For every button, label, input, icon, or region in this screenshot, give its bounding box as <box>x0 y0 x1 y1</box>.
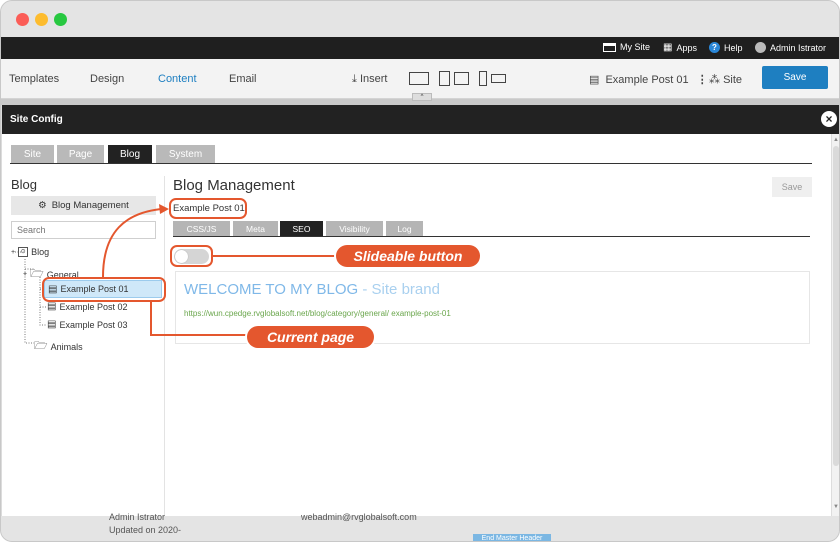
window-icon <box>603 42 616 52</box>
blog-management-label: Blog Management <box>51 200 129 211</box>
scroll-up-arrow[interactable]: ▲ <box>833 137 839 143</box>
subtab-underline <box>173 236 810 237</box>
site-label: Site <box>723 74 743 86</box>
annotation-ring-tree-selection <box>42 277 166 302</box>
sitemap-icon: ⁂ <box>709 74 720 86</box>
tablet-view-icon[interactable] <box>439 71 450 86</box>
preview-title-text: WELCOME TO MY BLOG <box>184 281 359 298</box>
apps-link[interactable]: ▦ Apps <box>663 42 697 53</box>
subtab-visibility[interactable]: Visibility <box>326 221 383 236</box>
tree-node-post-03[interactable]: ▤ Example Post 03 <box>47 319 128 330</box>
current-page-selector[interactable]: ▤ Example Post 01 ⋮ <box>589 73 708 86</box>
my-site-link[interactable]: My Site <box>603 42 650 52</box>
subtab-css-js[interactable]: CSS/JS <box>173 221 230 236</box>
menu-templates[interactable]: Templates <box>9 73 59 85</box>
site-button[interactable]: ⁂ Site <box>709 73 742 86</box>
download-icon: ⤓ <box>352 73 357 85</box>
expand-toggle-icon[interactable]: + <box>23 271 27 278</box>
preview-title: WELCOME TO MY BLOG - Site brand <box>184 281 440 298</box>
user-menu[interactable]: Admin Istrator <box>755 42 826 53</box>
tablet-landscape-icon[interactable] <box>454 72 469 85</box>
blog-management-button[interactable]: ⚙ Blog Management <box>11 196 156 215</box>
document-icon: ▤ <box>47 319 57 330</box>
annotation-ring-toggle <box>170 245 213 267</box>
document-icon: ▤ <box>589 74 600 86</box>
mobile-landscape-icon[interactable] <box>491 74 506 83</box>
insert-button[interactable]: ⤓ Insert <box>352 73 387 86</box>
save-button[interactable]: Save <box>762 66 828 89</box>
callout-current-page: Current page <box>247 326 374 348</box>
subtab-meta[interactable]: Meta <box>233 221 278 236</box>
tree-node-blog[interactable]: + ⊙ Blog <box>11 247 49 257</box>
close-window-dot[interactable] <box>16 13 29 26</box>
tree-label-post-03: Example Post 03 <box>59 319 128 330</box>
browser-window: My Site ▦ Apps ? Help Admin Istrator Tem… <box>0 0 840 542</box>
help-label: Help <box>724 42 743 53</box>
tree-label-blog: Blog <box>31 247 50 257</box>
bg-author: Admin Istrator <box>109 512 166 522</box>
top-bar: My Site ▦ Apps ? Help Admin Istrator <box>1 37 839 59</box>
more-vertical-icon: ⋮ <box>696 74 708 86</box>
close-icon[interactable]: × <box>821 111 837 127</box>
subtab-log[interactable]: Log <box>386 221 423 236</box>
tree-label-animals: Animals <box>50 341 83 352</box>
chevron-up-icon[interactable]: ^ <box>412 93 432 101</box>
preview-brand-text: - Site brand <box>362 281 440 298</box>
window-titlebar <box>1 1 839 37</box>
callout-slideable-button: Slideable button <box>336 245 480 267</box>
panel-save-button[interactable]: Save <box>772 177 812 197</box>
avatar <box>755 42 766 53</box>
tab-page[interactable]: Page <box>57 145 104 163</box>
tree-node-animals[interactable]: 🗁 Animals <box>34 337 83 356</box>
left-panel-heading: Blog <box>11 177 38 192</box>
grid-icon: ▦ <box>663 42 673 53</box>
tree-label-post-02: Example Post 02 <box>59 301 128 312</box>
tab-system[interactable]: System <box>156 145 215 163</box>
bg-email: webadmin@rvglobalsoft.com <box>301 512 417 522</box>
menu-content[interactable]: Content <box>158 73 197 85</box>
page-name: Example Post 01 <box>605 74 689 86</box>
blog-management-title: Blog Management <box>173 177 295 194</box>
maximize-window-dot[interactable] <box>54 13 67 26</box>
help-icon: ? <box>709 42 720 53</box>
menu-email[interactable]: Email <box>229 73 257 85</box>
insert-label: Insert <box>359 73 388 85</box>
annotation-ring-current-post <box>169 198 247 219</box>
minimize-window-dot[interactable] <box>35 13 48 26</box>
modal-scrollbar[interactable]: ▲ ▼ <box>831 134 839 516</box>
panel-divider <box>164 176 165 516</box>
search-input[interactable] <box>11 221 156 239</box>
desktop-view-icon[interactable] <box>409 72 429 85</box>
folder-icon: 🗁 <box>34 340 48 352</box>
help-link[interactable]: ? Help <box>709 42 743 53</box>
scroll-down-arrow[interactable]: ▼ <box>833 504 839 510</box>
preview-url: https://wun.cpedge.rvglobalsoft.net/blog… <box>184 309 451 318</box>
background-page-content: Admin Istrator Updated on 2020- webadmin… <box>1 512 839 541</box>
bg-updated: Updated on 2020- <box>109 525 182 535</box>
scroll-thumb[interactable] <box>833 146 839 466</box>
document-icon: ▤ <box>47 301 57 312</box>
menu-design[interactable]: Design <box>90 73 124 85</box>
tree-node-post-02[interactable]: ▤ Example Post 02 <box>47 301 128 312</box>
gear-icon: ⚙ <box>38 200 47 211</box>
blog-node-icon: ⊙ <box>18 247 29 257</box>
apps-label: Apps <box>676 42 697 53</box>
user-name: Admin Istrator <box>770 42 827 53</box>
modal-title: Site Config <box>10 114 63 125</box>
tab-underline <box>10 163 812 164</box>
mobile-view-icon[interactable] <box>479 71 487 86</box>
expand-toggle-icon[interactable]: + <box>11 249 15 256</box>
bg-master-header-badge[interactable]: End Master Header <box>473 534 551 541</box>
modal-header: Site Config × <box>2 105 839 134</box>
subtab-seo[interactable]: SEO <box>280 221 323 236</box>
my-site-label: My Site <box>620 42 651 52</box>
tab-blog[interactable]: Blog <box>108 145 152 163</box>
tab-site[interactable]: Site <box>11 145 54 163</box>
